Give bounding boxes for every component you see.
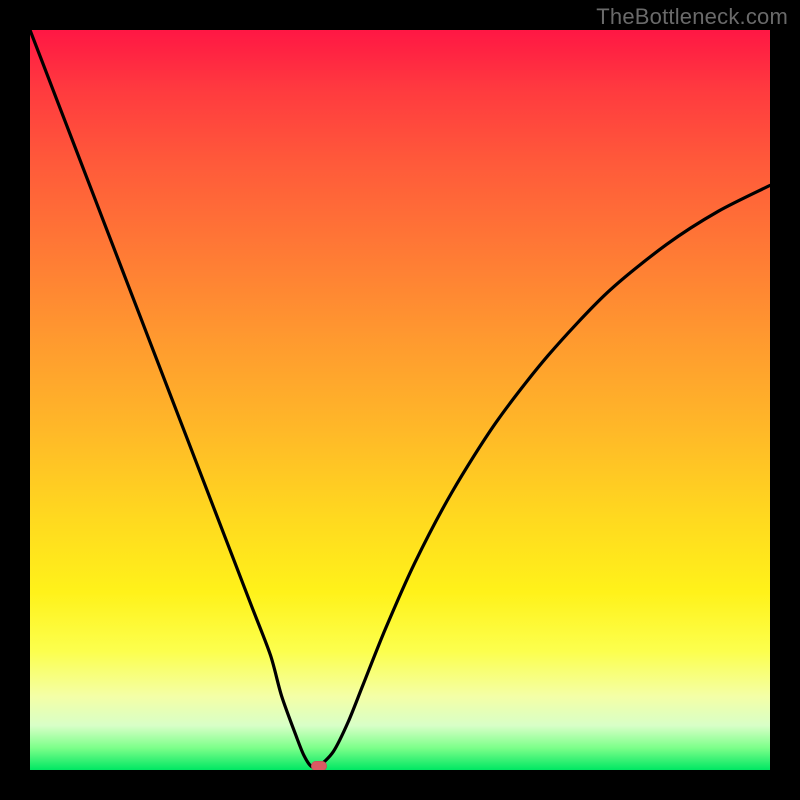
optimal-point-marker bbox=[311, 761, 327, 770]
watermark-text: TheBottleneck.com bbox=[596, 4, 788, 30]
bottleneck-curve bbox=[30, 30, 770, 770]
plot-area bbox=[30, 30, 770, 770]
chart-frame: TheBottleneck.com bbox=[0, 0, 800, 800]
